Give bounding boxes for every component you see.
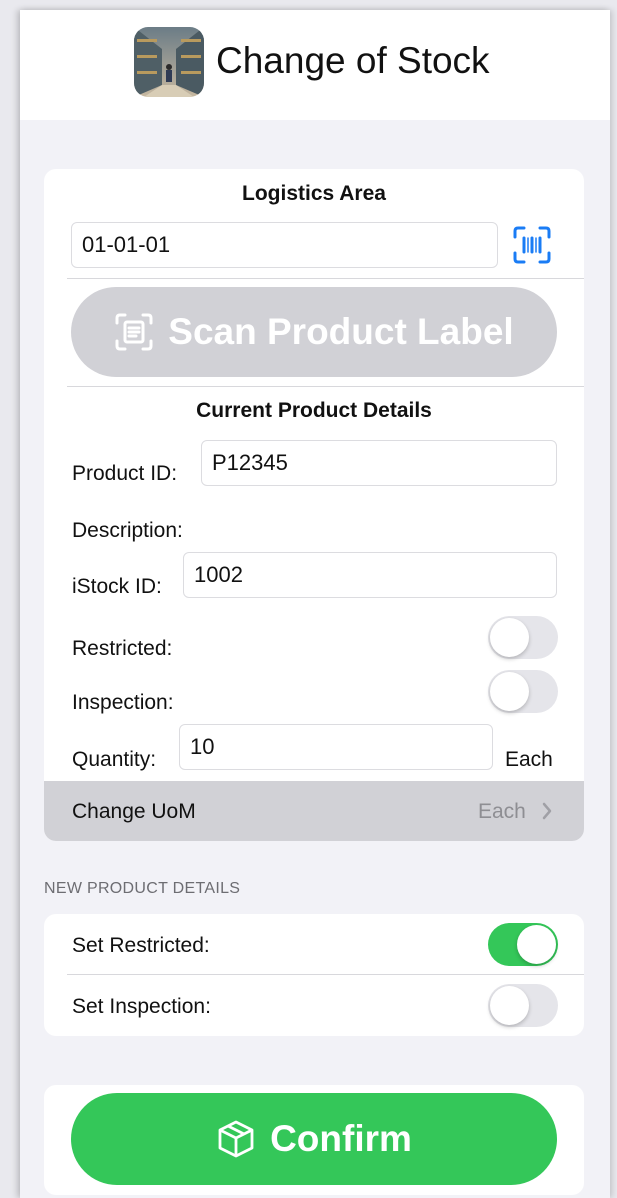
logistics-area-input[interactable]: 01-01-01: [71, 222, 498, 268]
set-inspection-label: Set Inspection:: [72, 995, 211, 1018]
new-product-card: Set Restricted: Set Inspection:: [44, 914, 584, 1036]
istock-id-input[interactable]: 1002: [183, 552, 557, 598]
current-product-card: Logistics Area 01-01-01 Scan Product Lab…: [44, 169, 584, 841]
restricted-label: Restricted:: [72, 637, 173, 660]
restricted-toggle[interactable]: [488, 616, 558, 659]
change-uom-row[interactable]: Change UoM Each: [44, 781, 584, 841]
product-id-label: Product ID:: [72, 462, 178, 485]
set-inspection-toggle[interactable]: [488, 984, 558, 1027]
set-restricted-label: Set Restricted:: [72, 934, 210, 957]
logistics-area-title: Logistics Area: [242, 182, 386, 205]
current-details-title: Current Product Details: [196, 399, 432, 422]
toggle-knob: [490, 672, 529, 711]
divider: [67, 386, 584, 387]
set-restricted-toggle[interactable]: [488, 923, 558, 966]
quantity-label: Quantity:: [72, 748, 157, 771]
document-viewfinder-icon: [115, 313, 153, 351]
quantity-input[interactable]: 10: [179, 724, 493, 770]
inspection-label: Inspection:: [72, 691, 174, 714]
barcode-viewfinder-icon[interactable]: [512, 225, 552, 265]
change-uom-label: Change UoM: [72, 800, 196, 823]
confirm-button-label: Confirm: [270, 1118, 412, 1159]
chevron-right-icon: [541, 802, 553, 825]
new-details-header: NEW PRODUCT DETAILS: [44, 880, 241, 897]
app-screen: Change of Stock Logistics Area 01-01-01: [20, 10, 610, 1198]
confirm-card: Confirm: [44, 1085, 584, 1195]
divider: [67, 974, 584, 975]
quantity-unit: Each: [505, 748, 553, 771]
toggle-knob: [490, 618, 529, 657]
istock-id-label: iStock ID:: [72, 575, 162, 598]
warehouse-app-icon: [134, 27, 204, 97]
scan-button-label: Scan Product Label: [168, 311, 514, 352]
cube-icon: [218, 1120, 254, 1158]
change-uom-value: Each: [478, 800, 526, 823]
product-id-input[interactable]: P12345: [201, 440, 557, 486]
inspection-toggle[interactable]: [488, 670, 558, 713]
navigation-bar: Change of Stock: [20, 10, 610, 120]
description-label: Description:: [72, 519, 183, 542]
scan-product-label-button[interactable]: Scan Product Label: [71, 287, 557, 377]
page-title: Change of Stock: [216, 40, 490, 81]
toggle-knob: [490, 986, 529, 1025]
toggle-knob: [517, 925, 556, 964]
confirm-button[interactable]: Confirm: [71, 1093, 557, 1185]
divider: [67, 278, 584, 279]
